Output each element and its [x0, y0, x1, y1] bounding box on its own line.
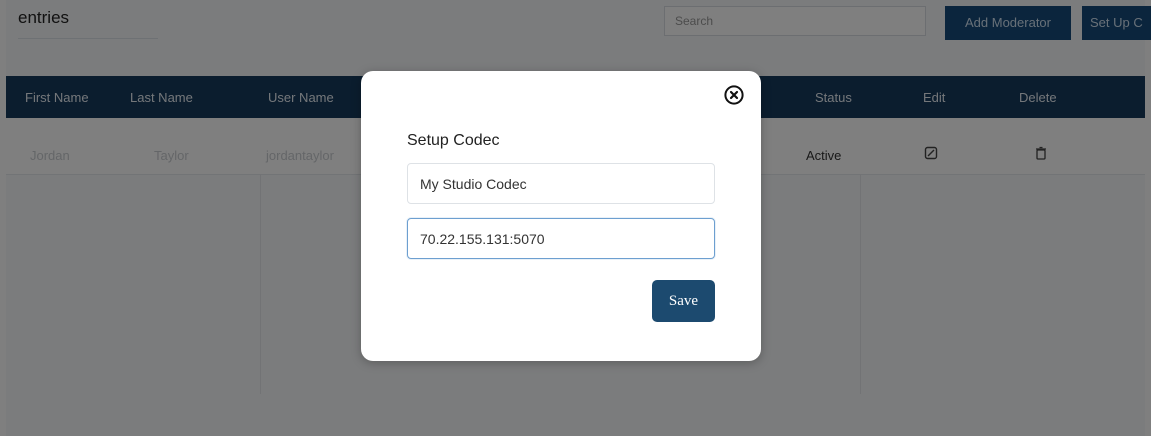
close-icon[interactable] [724, 85, 744, 105]
save-button[interactable]: Save [652, 280, 715, 322]
setup-codec-modal: Setup Codec Save [361, 71, 761, 361]
codec-name-input[interactable] [407, 163, 715, 204]
modal-title: Setup Codec [407, 132, 500, 149]
codec-address-input[interactable] [407, 218, 715, 259]
